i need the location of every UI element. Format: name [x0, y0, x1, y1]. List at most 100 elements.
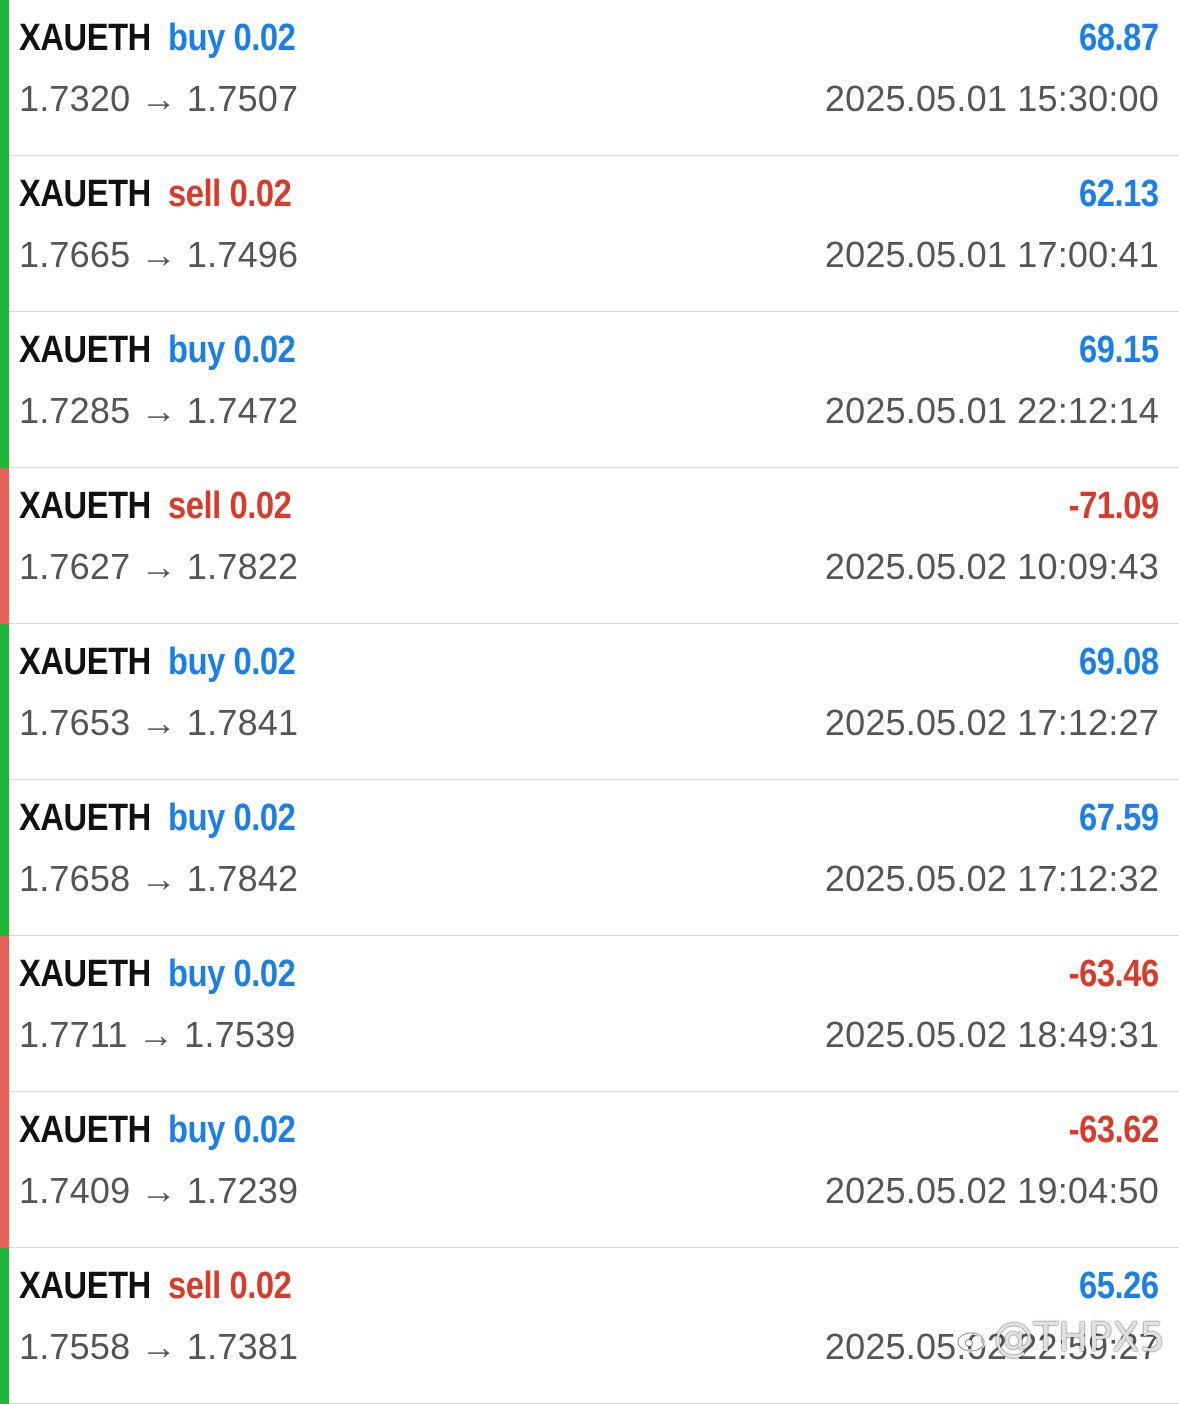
trade-row-header: XAUETH buy 0.02 -63.62: [19, 1104, 1159, 1156]
trade-row[interactable]: XAUETH buy 0.02 -63.62 1.7409 → 1.7239 2…: [0, 1092, 1179, 1248]
trade-row-details: 1.7658 → 1.7842 2025.05.02 17:12:32: [19, 856, 1159, 902]
trade-title: XAUETH buy 0.02: [19, 16, 296, 60]
close-price: 1.7539: [184, 1014, 296, 1055]
close-price: 1.7841: [186, 702, 299, 743]
open-price: 1.7658: [19, 858, 131, 899]
loss-indicator-bar: [0, 468, 9, 624]
trade-lot: 0.02: [229, 1264, 292, 1307]
trade-side-lot: buy 0.02: [168, 328, 296, 371]
trade-time: 2025.05.02 17:12:27: [824, 702, 1159, 743]
trade-time: 2025.05.01 22:12:14: [824, 390, 1159, 431]
close-price: 1.7822: [186, 546, 299, 587]
trade-row[interactable]: XAUETH sell 0.02 65.26 1.7558 → 1.7381 2…: [0, 1248, 1179, 1404]
win-indicator-bar: [0, 624, 9, 780]
trade-side: buy: [168, 640, 225, 683]
trade-row-header: XAUETH buy 0.02 -63.46: [19, 948, 1159, 1000]
win-indicator-bar: [0, 780, 9, 936]
trade-symbol: XAUETH: [19, 796, 151, 839]
trade-title: XAUETH sell 0.02: [19, 484, 292, 528]
win-indicator-bar: [0, 0, 9, 156]
trade-row-details: 1.7711 → 1.7539 2025.05.02 18:49:31: [19, 1012, 1159, 1058]
close-price: 1.7842: [186, 858, 299, 899]
trade-row[interactable]: XAUETH buy 0.02 69.08 1.7653 → 1.7841 20…: [0, 624, 1179, 780]
open-price: 1.7653: [19, 702, 131, 743]
trade-prices: 1.7285 → 1.7472: [19, 390, 298, 432]
trade-profit: -71.09: [1068, 484, 1160, 527]
trade-row-header: XAUETH sell 0.02 62.13: [19, 168, 1159, 220]
trade-side: buy: [168, 796, 225, 839]
trade-lot: 0.02: [233, 640, 296, 683]
trade-row[interactable]: XAUETH buy 0.02 67.59 1.7658 → 1.7842 20…: [0, 780, 1179, 936]
trade-row[interactable]: XAUETH buy 0.02 -63.46 1.7711 → 1.7539 2…: [0, 936, 1179, 1092]
win-indicator-bar: [0, 156, 9, 312]
trade-row-details: 1.7558 → 1.7381 2025.05.02 22:59:27: [19, 1324, 1159, 1370]
trade-prices: 1.7658 → 1.7842: [19, 858, 298, 900]
open-price: 1.7711: [19, 1014, 128, 1055]
trade-symbol: XAUETH: [19, 16, 151, 59]
trade-title: XAUETH buy 0.02: [19, 1108, 296, 1152]
trade-lot: 0.02: [229, 172, 292, 215]
trade-profit: 67.59: [1079, 796, 1159, 839]
trade-time: 2025.05.02 17:12:32: [824, 858, 1159, 899]
trade-lot: 0.02: [233, 952, 296, 995]
close-price: 1.7507: [186, 78, 299, 119]
win-indicator-bar: [0, 312, 9, 468]
open-price: 1.7285: [19, 390, 131, 431]
open-price: 1.7320: [19, 78, 131, 119]
trade-time: 2025.05.02 22:59:27: [824, 1326, 1159, 1367]
trade-symbol: XAUETH: [19, 1264, 151, 1307]
trade-row-header: XAUETH buy 0.02 68.87: [19, 12, 1159, 64]
close-price: 1.7381: [186, 1326, 299, 1367]
trade-side: buy: [168, 952, 225, 995]
trade-profit: -63.62: [1068, 1108, 1160, 1151]
trade-prices: 1.7409 → 1.7239: [19, 1170, 298, 1212]
trade-symbol: XAUETH: [19, 328, 151, 371]
open-price: 1.7665: [19, 234, 131, 275]
trade-row[interactable]: XAUETH buy 0.02 69.15 1.7285 → 1.7472 20…: [0, 312, 1179, 468]
trade-title: XAUETH buy 0.02: [19, 952, 296, 996]
trade-row-header: XAUETH buy 0.02 67.59: [19, 792, 1159, 844]
trade-time: 2025.05.02 19:04:50: [824, 1170, 1159, 1211]
trade-symbol: XAUETH: [19, 640, 151, 683]
trade-row[interactable]: XAUETH buy 0.02 68.87 1.7320 → 1.7507 20…: [0, 0, 1179, 156]
trade-row-details: 1.7665 → 1.7496 2025.05.01 17:00:41: [19, 232, 1159, 278]
arrow-right-icon: →: [140, 390, 177, 431]
trade-title: XAUETH buy 0.02: [19, 796, 296, 840]
trade-history-list: XAUETH buy 0.02 68.87 1.7320 → 1.7507 20…: [0, 0, 1179, 1404]
trade-row[interactable]: XAUETH sell 0.02 62.13 1.7665 → 1.7496 2…: [0, 156, 1179, 312]
trade-side: sell: [168, 1264, 221, 1307]
arrow-right-icon: →: [140, 858, 177, 899]
trade-side-lot: buy 0.02: [168, 952, 296, 995]
trade-row-details: 1.7627 → 1.7822 2025.05.02 10:09:43: [19, 544, 1159, 590]
loss-indicator-bar: [0, 936, 9, 1092]
trade-row[interactable]: XAUETH sell 0.02 -71.09 1.7627 → 1.7822 …: [0, 468, 1179, 624]
win-indicator-bar: [0, 1248, 9, 1404]
trade-side: buy: [168, 16, 225, 59]
trade-row-details: 1.7285 → 1.7472 2025.05.01 22:12:14: [19, 388, 1159, 434]
trade-profit: 69.08: [1079, 640, 1159, 683]
trade-profit: -63.46: [1068, 952, 1160, 995]
trade-side-lot: buy 0.02: [168, 16, 296, 59]
trade-profit: 69.15: [1079, 328, 1159, 371]
trade-lot: 0.02: [233, 328, 296, 371]
trade-side-lot: sell 0.02: [168, 484, 292, 527]
trade-title: XAUETH sell 0.02: [19, 1264, 292, 1308]
open-price: 1.7409: [19, 1170, 131, 1211]
arrow-right-icon: →: [140, 1170, 177, 1211]
trade-title: XAUETH buy 0.02: [19, 328, 296, 372]
trade-symbol: XAUETH: [19, 1108, 151, 1151]
close-price: 1.7239: [186, 1170, 299, 1211]
trade-time: 2025.05.02 10:09:43: [824, 546, 1159, 587]
arrow-right-icon: →: [140, 702, 177, 743]
trade-symbol: XAUETH: [19, 172, 151, 215]
trade-title: XAUETH sell 0.02: [19, 172, 292, 216]
close-price: 1.7472: [186, 390, 299, 431]
arrow-right-icon: →: [140, 234, 177, 275]
close-price: 1.7496: [186, 234, 299, 275]
trade-title: XAUETH buy 0.02: [19, 640, 296, 684]
trade-side: sell: [168, 484, 221, 527]
trade-side-lot: buy 0.02: [168, 1109, 296, 1151]
trade-side-lot: sell 0.02: [168, 1264, 292, 1307]
trade-row-header: XAUETH sell 0.02 65.26: [19, 1260, 1159, 1312]
trade-profit: 62.13: [1079, 172, 1159, 215]
